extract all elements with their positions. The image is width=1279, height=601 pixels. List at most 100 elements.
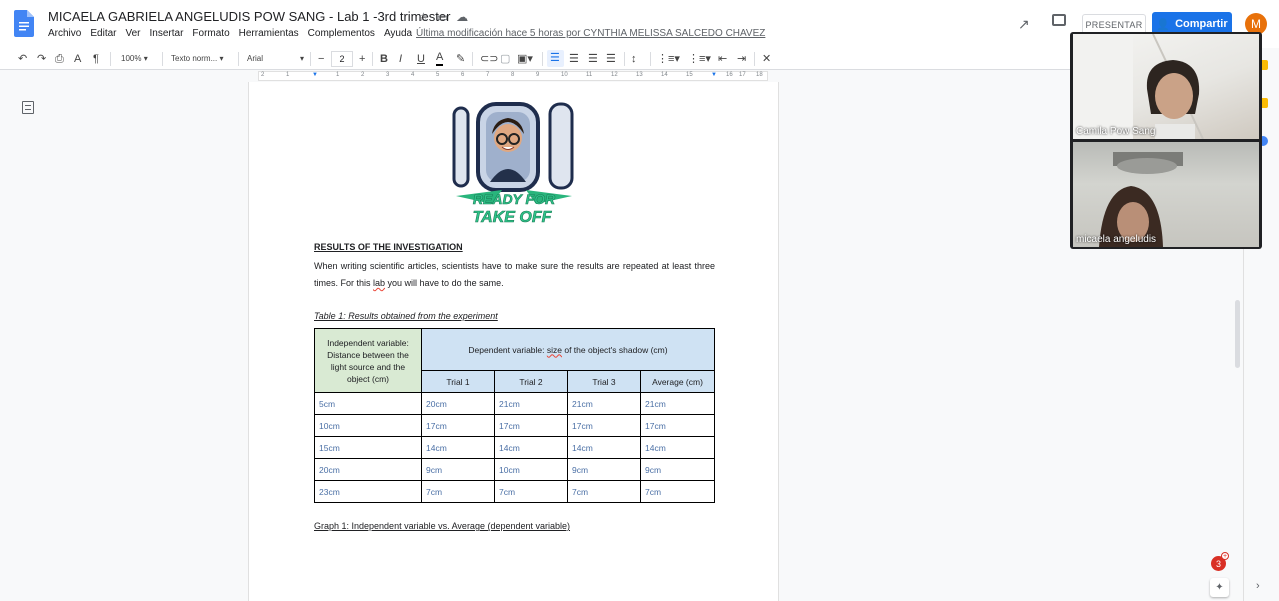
scrollbar-thumb[interactable] <box>1235 300 1240 368</box>
link-icon[interactable]: ⊂⊃ <box>480 51 498 67</box>
column-header-trial-1[interactable]: Trial 1 <box>421 370 495 393</box>
comment-history-icon[interactable] <box>1052 14 1066 26</box>
text-color-button[interactable]: A <box>436 51 444 66</box>
results-heading: RESULTS OF THE INVESTIGATION <box>314 242 463 252</box>
zoom-select[interactable]: 100% ▾ <box>121 52 148 66</box>
chevron-right-icon[interactable]: › <box>1256 580 1260 592</box>
right-indent-marker-icon[interactable]: ▼ <box>711 72 717 78</box>
table-cell[interactable]: 10cm <box>494 458 568 481</box>
menu-bar: Archivo Editar Ver Insertar Formato Herr… <box>48 28 412 39</box>
participant-tile[interactable]: Camila Pow Sang <box>1073 34 1259 139</box>
table-cell[interactable]: 21cm <box>567 392 641 415</box>
explore-icon: ✦ <box>1215 582 1224 593</box>
spellcheck-word[interactable]: size <box>547 345 562 355</box>
share-label: Compartir <box>1175 18 1228 30</box>
column-header-trial-3[interactable]: Trial 3 <box>567 370 641 393</box>
line-spacing-icon[interactable]: ↕ <box>631 51 637 67</box>
align-right-icon[interactable]: ☰ <box>588 51 598 67</box>
table-cell[interactable]: 7cm <box>567 480 641 503</box>
document-page[interactable]: READY FOR TAKE OFF RESULTS OF THE INVEST… <box>248 82 779 601</box>
table-cell[interactable]: 14cm <box>640 436 715 459</box>
menu-herramientas[interactable]: Herramientas <box>239 28 299 39</box>
menu-ver[interactable]: Ver <box>125 28 140 39</box>
participant-tile[interactable]: micaela angeludis <box>1073 142 1259 247</box>
column-header-average[interactable]: Average (cm) <box>640 370 715 393</box>
highlight-icon[interactable]: ✎ <box>456 51 465 67</box>
table-cell[interactable]: 23cm <box>314 480 422 503</box>
decrease-font-size-button[interactable]: − <box>318 51 324 67</box>
undo-icon[interactable]: ↶ <box>18 51 27 67</box>
table-cell[interactable]: 7cm <box>494 480 568 503</box>
dependent-variable-header[interactable]: Dependent variable: size of the object's… <box>421 328 715 371</box>
ruler-tick: 10 <box>561 72 568 78</box>
table-cell[interactable]: 14cm <box>494 436 568 459</box>
table-cell[interactable]: 9cm <box>567 458 641 481</box>
last-edit-link[interactable]: Última modificación hace 5 horas por CYN… <box>416 28 765 39</box>
increase-font-size-button[interactable]: + <box>359 51 365 67</box>
decrease-indent-icon[interactable]: ⇤ <box>718 51 727 67</box>
table-cell[interactable]: 7cm <box>421 480 495 503</box>
table-cell[interactable]: 5cm <box>314 392 422 415</box>
bold-button[interactable]: B <box>380 51 388 67</box>
ruler[interactable]: 2 1 ▼ 1 2 3 4 5 6 7 8 9 10 11 12 13 14 1… <box>248 70 779 82</box>
document-outline-icon[interactable] <box>22 101 34 114</box>
insert-image-icon[interactable]: ▣▾ <box>517 51 533 67</box>
table-cell[interactable]: 17cm <box>494 414 568 437</box>
video-call-panel[interactable]: Camila Pow Sang micaela angeludis <box>1070 32 1262 249</box>
table-cell[interactable]: 7cm <box>640 480 715 503</box>
menu-editar[interactable]: Editar <box>90 28 116 39</box>
clear-formatting-icon[interactable]: ✕ <box>762 51 771 67</box>
results-table[interactable]: Independent variable: Distance between t… <box>314 328 715 503</box>
table-row: 20cm 9cm 10cm 9cm 9cm <box>314 458 715 481</box>
table-cell[interactable]: 21cm <box>640 392 715 415</box>
table-cell[interactable]: 20cm <box>314 458 422 481</box>
font-select[interactable]: Arial <box>247 52 263 66</box>
activity-dashboard-icon[interactable]: ↗ <box>1018 16 1030 33</box>
increase-indent-icon[interactable]: ⇥ <box>737 51 746 67</box>
print-icon[interactable]: ⎙ <box>55 51 64 67</box>
table-cell[interactable]: 20cm <box>421 392 495 415</box>
move-folder-icon[interactable]: ▭ <box>437 10 448 24</box>
table-cell[interactable]: 21cm <box>494 392 568 415</box>
table-cell[interactable]: 14cm <box>567 436 641 459</box>
ruler-tick: 6 <box>461 72 465 78</box>
indent-marker-icon[interactable]: ▼ <box>312 72 318 78</box>
numbered-list-icon[interactable]: ⋮≡▾ <box>657 51 680 67</box>
star-icon[interactable]: ☆ <box>418 10 429 24</box>
paint-format-icon[interactable]: ¶ <box>93 51 99 67</box>
justify-icon[interactable]: ☰ <box>606 51 616 67</box>
menu-archivo[interactable]: Archivo <box>48 28 81 39</box>
spellcheck-word[interactable]: lab <box>373 278 385 288</box>
align-left-button[interactable]: ☰ <box>547 50 564 67</box>
cloud-status-icon[interactable]: ☁ <box>456 10 468 24</box>
table-cell[interactable]: 15cm <box>314 436 422 459</box>
column-header-trial-2[interactable]: Trial 2 <box>494 370 568 393</box>
table-cell[interactable]: 9cm <box>640 458 715 481</box>
table-cell[interactable]: 10cm <box>314 414 422 437</box>
menu-formato[interactable]: Formato <box>192 28 229 39</box>
toolbar-divider <box>310 52 311 66</box>
menu-complementos[interactable]: Complementos <box>308 28 375 39</box>
italic-button[interactable]: I <box>399 51 402 67</box>
chevron-down-icon[interactable]: ▾ <box>300 52 304 66</box>
table-cell[interactable]: 17cm <box>640 414 715 437</box>
align-center-icon[interactable]: ☰ <box>569 51 579 67</box>
ruler-track: 2 1 ▼ 1 2 3 4 5 6 7 8 9 10 11 12 13 14 1… <box>258 71 768 81</box>
document-title[interactable]: MICAELA GABRIELA ANGELUDIS POW SANG - La… <box>48 9 450 24</box>
table-cell[interactable]: 17cm <box>567 414 641 437</box>
menu-insertar[interactable]: Insertar <box>150 28 184 39</box>
explore-button[interactable]: ✦ <box>1210 578 1229 597</box>
add-comment-icon[interactable]: ▢ <box>500 51 510 67</box>
menu-ayuda[interactable]: Ayuda <box>384 28 412 39</box>
table-cell[interactable]: 14cm <box>421 436 495 459</box>
redo-icon[interactable]: ↷ <box>37 51 46 67</box>
style-select[interactable]: Texto norm... ▾ <box>171 52 224 66</box>
spellcheck-icon[interactable]: A <box>74 51 81 67</box>
font-size-input[interactable]: 2 <box>331 51 353 67</box>
underline-button[interactable]: U <box>417 51 425 67</box>
bulleted-list-icon[interactable]: ⋮≡▾ <box>688 51 711 67</box>
table-cell[interactable]: 9cm <box>421 458 495 481</box>
independent-variable-header[interactable]: Independent variable: Distance between t… <box>314 328 422 393</box>
table-cell[interactable]: 17cm <box>421 414 495 437</box>
docs-logo-icon[interactable] <box>14 10 34 37</box>
